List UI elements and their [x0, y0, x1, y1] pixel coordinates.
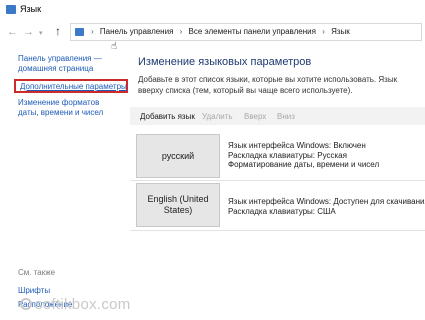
info-line: Раскладка клавиатуры: Русская: [228, 150, 347, 160]
sidebar: Панель управления — домашняя страница До…: [0, 46, 130, 320]
remove-language-button[interactable]: Удалить: [202, 112, 233, 121]
page-title: Изменение языковых параметров: [138, 56, 312, 68]
move-down-button[interactable]: Вниз: [277, 112, 295, 121]
back-arrow-icon[interactable]: ←: [7, 26, 18, 38]
navigation-bar: ← → ▾ ↑ › Панель управления › Все элемен…: [0, 20, 425, 46]
control-panel-icon: [75, 28, 84, 36]
info-line: Язык интерфейса Windows: Включен: [228, 141, 366, 150]
breadcrumb-separator: ›: [322, 27, 325, 36]
info-line: Язык интерфейса Windows: Доступен для ск…: [228, 197, 425, 206]
watermark: softikbox.com: [20, 296, 131, 313]
control-panel-home-link[interactable]: Панель управления — домашняя страница: [18, 54, 118, 74]
breadcrumb-language[interactable]: Язык: [331, 27, 350, 36]
language-toolbar: Добавить язык Удалить Вверх Вниз: [130, 107, 425, 125]
move-up-button[interactable]: Вверх: [244, 112, 266, 121]
watermark-logo-icon: [20, 298, 32, 310]
list-divider: [130, 230, 425, 231]
address-bar[interactable]: › Панель управления › Все элементы панел…: [70, 23, 422, 41]
breadcrumb-all-items[interactable]: Все элементы панели управления: [189, 27, 316, 36]
breadcrumb-separator: ›: [179, 27, 183, 36]
add-language-button[interactable]: Добавить язык: [140, 112, 195, 121]
see-also-heading: См. также: [18, 268, 56, 277]
recent-locations-dropdown-icon[interactable]: ▾: [39, 28, 43, 40]
breadcrumb: › Панель управления › Все элементы панел…: [87, 27, 350, 36]
language-app-icon: [6, 5, 16, 14]
fonts-link[interactable]: Шрифты: [18, 286, 50, 295]
advanced-settings-link[interactable]: Дополнительные параметры: [20, 82, 127, 92]
change-formats-link[interactable]: Изменение форматов даты, времени и чисел: [18, 98, 118, 118]
forward-arrow-icon[interactable]: →: [23, 26, 34, 38]
watermark-text: softikbox.com: [35, 296, 131, 313]
hand-cursor-icon: ☝: [111, 41, 118, 52]
info-line: Раскладка клавиатуры: США: [228, 206, 336, 216]
breadcrumb-separator: ›: [91, 27, 94, 36]
title-bar: Язык: [0, 0, 425, 20]
breadcrumb-control-panel[interactable]: Панель управления: [100, 27, 174, 36]
info-line: Форматирование даты, времени и чисел: [228, 160, 380, 169]
page-description: Добавьте в этот список языки, которые вы…: [138, 75, 398, 95]
language-info-english: Язык интерфейса Windows: Доступен для ск…: [228, 197, 425, 216]
up-arrow-icon[interactable]: ↑: [55, 25, 61, 37]
language-tile-russian[interactable]: русский: [136, 134, 220, 178]
language-tile-english[interactable]: English (United States): [136, 183, 220, 227]
window-title: Язык: [20, 4, 42, 14]
list-divider: [130, 180, 425, 181]
language-info-russian: Язык интерфейса Windows: Включен Расклад…: [228, 141, 379, 170]
